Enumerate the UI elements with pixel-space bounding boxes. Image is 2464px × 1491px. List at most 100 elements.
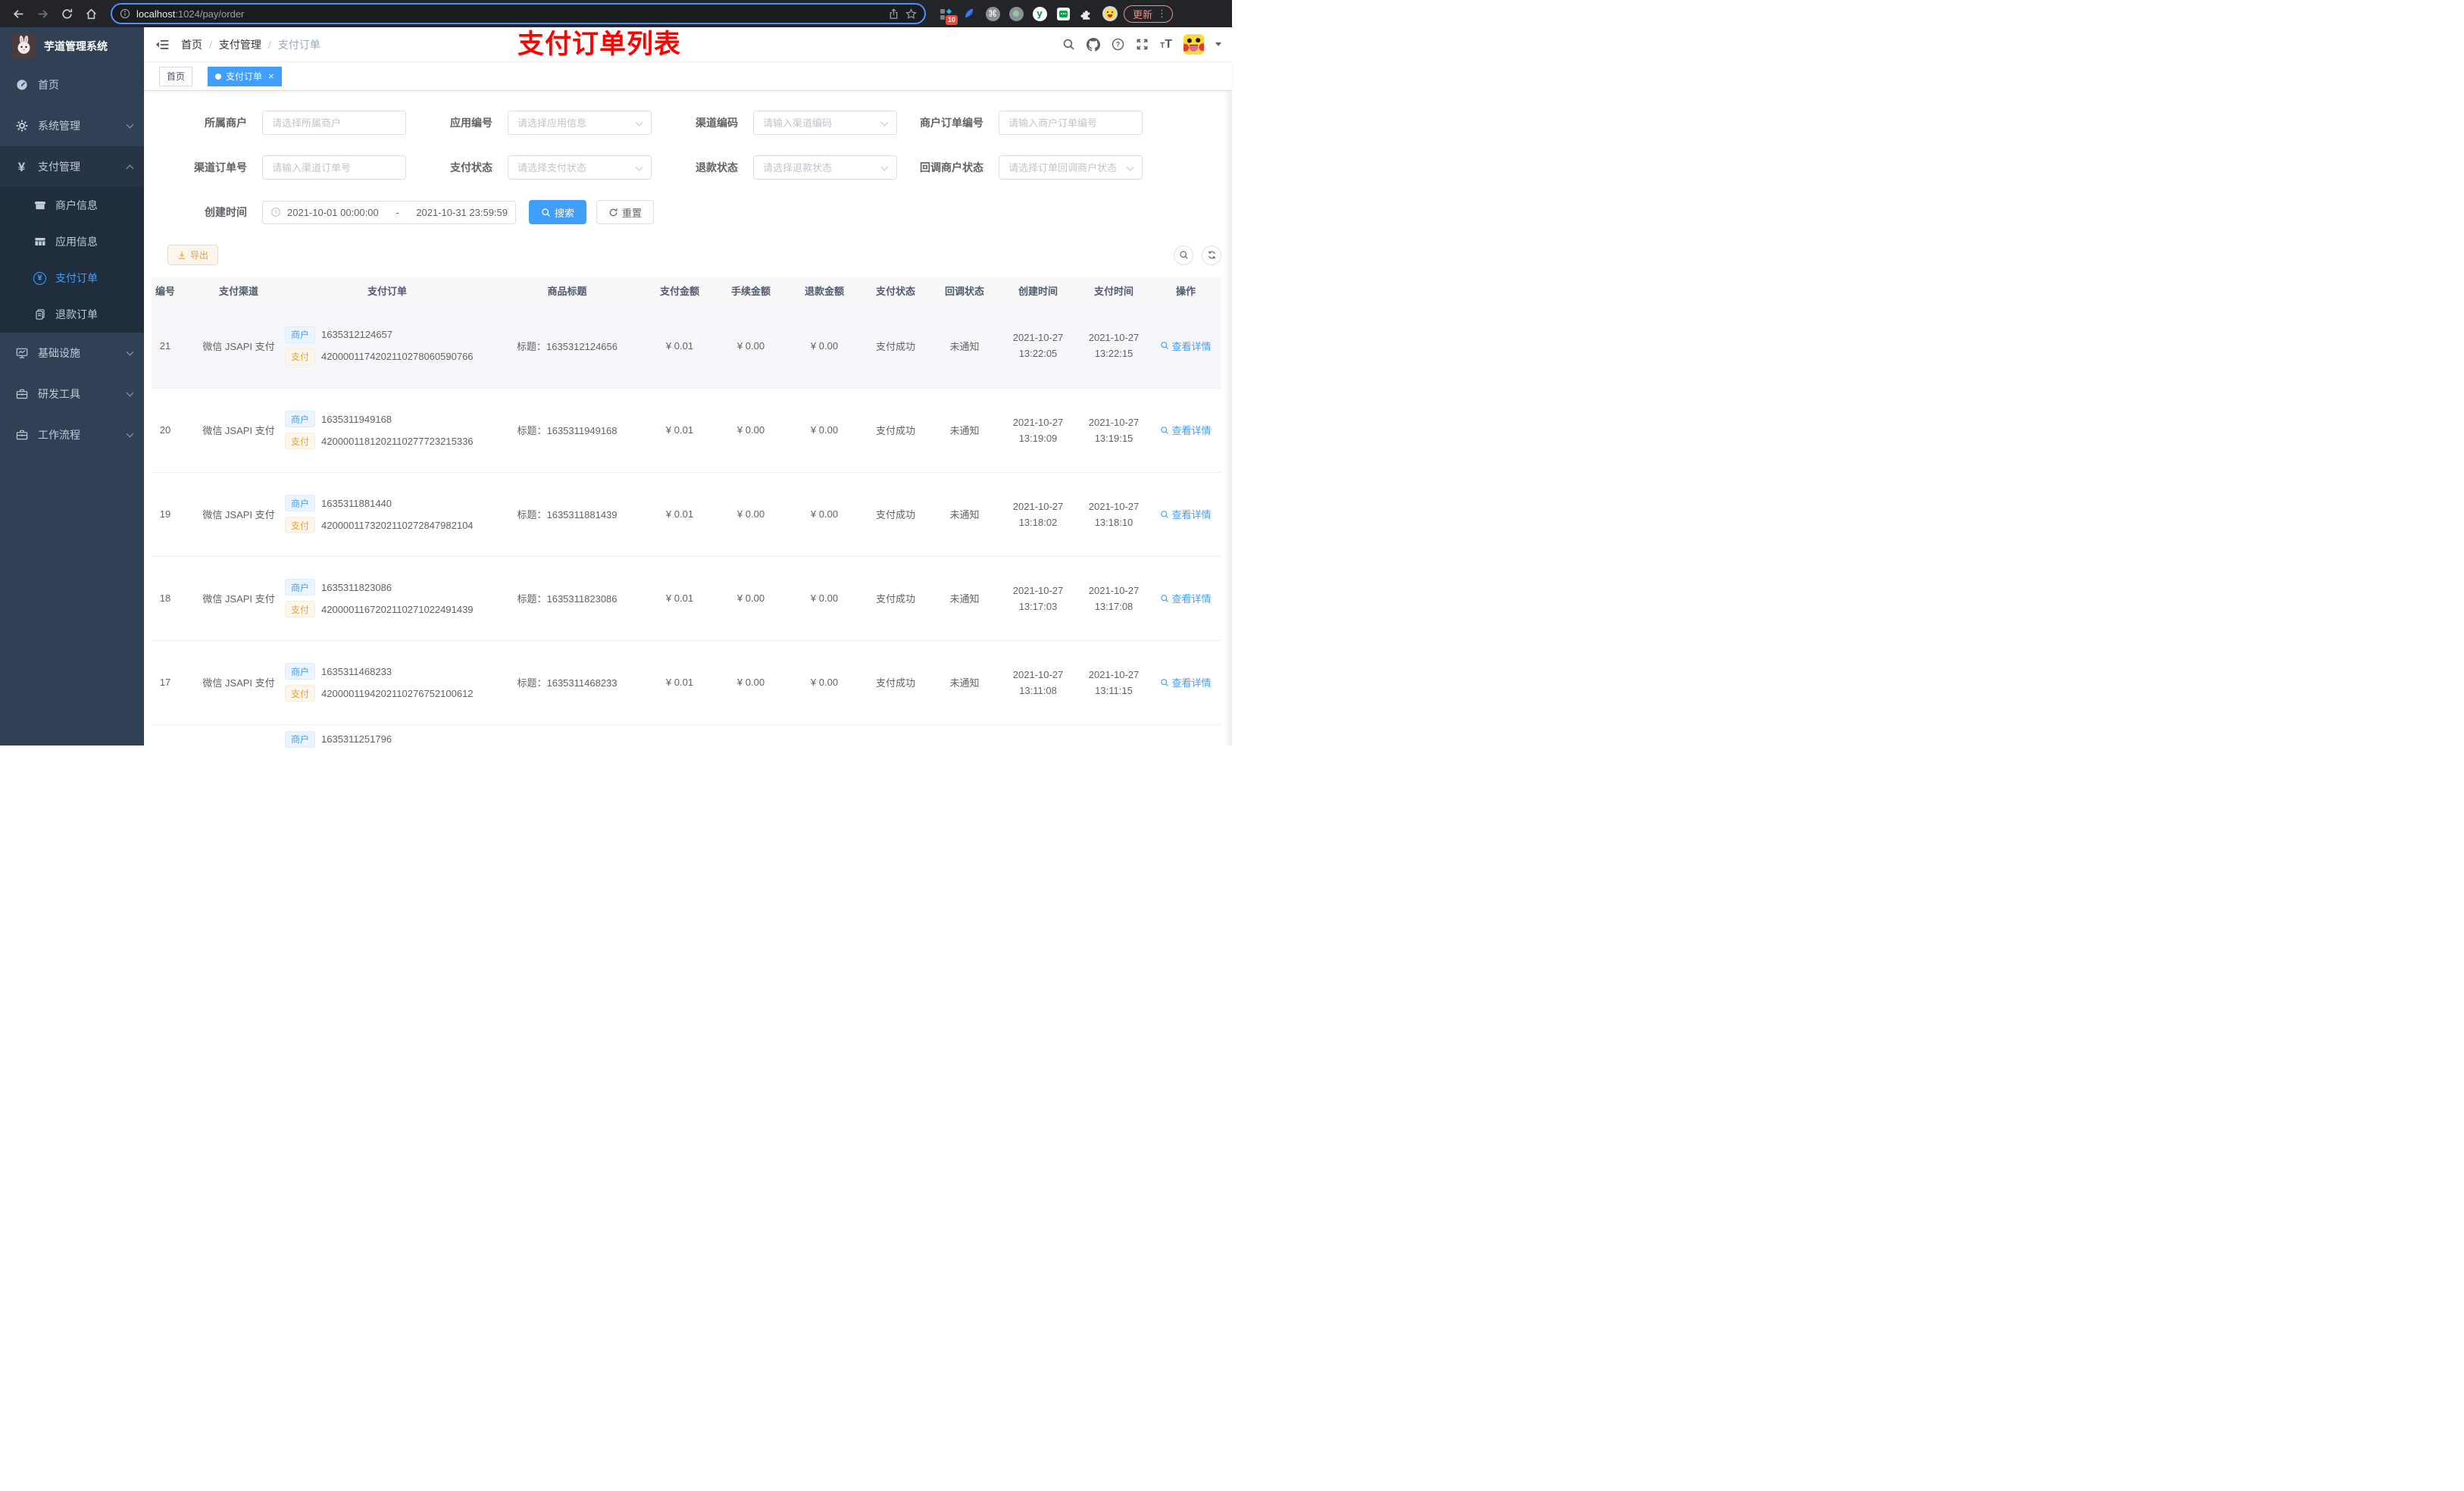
refund-status-select[interactable] <box>753 155 897 180</box>
status-badge: 支付成功 <box>861 640 930 725</box>
navbar: 首页 / 支付管理 / 支付订单 支付订单列表 ? TT <box>144 27 1232 62</box>
date-separator: - <box>396 206 399 218</box>
status-badge: 支付成功 <box>861 556 930 641</box>
sidebar-item-dev-tools[interactable]: 研发工具 <box>0 374 144 414</box>
search-icon[interactable] <box>1062 38 1075 51</box>
close-tab-icon[interactable]: × <box>268 71 274 81</box>
user-avatar[interactable] <box>1184 34 1204 55</box>
breadcrumb-home[interactable]: 首页 <box>181 37 202 52</box>
sidebar-item-workflow[interactable]: 工作流程 <box>0 414 144 455</box>
extension-sketch-icon[interactable] <box>962 6 977 21</box>
github-icon[interactable] <box>1087 37 1101 52</box>
hide-search-button[interactable] <box>1174 245 1193 265</box>
merchant-order-no-field[interactable] <box>999 111 1143 135</box>
channel-code-select[interactable] <box>753 111 897 135</box>
sidebar-item-system[interactable]: 系统管理 <box>0 105 144 146</box>
sidebar-item-pay-order[interactable]: ¥ 支付订单 <box>0 260 144 296</box>
view-detail-button[interactable]: 查看详情 <box>1160 675 1212 689</box>
view-detail-button[interactable]: 查看详情 <box>1160 591 1212 605</box>
table-row: 19 微信 JSAPI 支付 商户 1635311881440 支付 4200001… <box>152 472 1221 557</box>
export-button[interactable]: 导出 <box>167 245 219 265</box>
document-icon <box>33 308 46 320</box>
channel-code-input[interactable] <box>754 111 896 134</box>
filter-label-app: 应用编号 <box>450 117 492 129</box>
refund-status-input[interactable] <box>754 156 896 179</box>
app-select-input[interactable] <box>508 111 651 134</box>
tab-home[interactable]: 首页 <box>159 66 193 86</box>
app-select[interactable] <box>508 111 652 135</box>
browser-forward-button[interactable] <box>32 3 53 24</box>
date-start[interactable]: 2021-10-01 00:00:00 <box>287 207 379 218</box>
merchant-input[interactable] <box>263 111 405 134</box>
merchant-tag: 商户 <box>285 730 316 748</box>
status-badge: 支付成功 <box>861 472 930 557</box>
breadcrumb-section[interactable]: 支付管理 <box>219 37 261 52</box>
url-text: localhost:1024/pay/order <box>136 8 245 20</box>
bookmark-star-icon[interactable] <box>905 8 917 20</box>
grid-table-icon <box>33 236 46 248</box>
chevron-down-icon <box>126 348 134 355</box>
refresh-button[interactable] <box>1202 245 1221 265</box>
tags-view-bar: 首页 支付订单 × <box>144 62 1232 91</box>
merchant-tag: 商户 <box>285 411 316 427</box>
fullscreen-icon[interactable] <box>1136 38 1149 51</box>
sidebar-item-infrastructure[interactable]: 基础设施 <box>0 333 144 374</box>
extension-y-icon[interactable]: y <box>1032 6 1047 21</box>
extension-chat-icon[interactable] <box>1055 6 1071 21</box>
sidebar-item-app-info[interactable]: 应用信息 <box>0 223 144 260</box>
merchant-select[interactable] <box>262 111 406 135</box>
font-size-icon[interactable]: TT <box>1160 38 1172 52</box>
pay-tag: 支付 <box>285 348 316 365</box>
extension-strip: 10 ⌘ y <box>935 6 1121 25</box>
channel-order-no-input[interactable] <box>263 156 405 179</box>
browser-home-button[interactable] <box>80 3 102 24</box>
browser-back-button[interactable] <box>8 3 29 24</box>
merchant-order-no-input[interactable] <box>999 111 1142 134</box>
pay-tag: 支付 <box>285 517 316 533</box>
site-info-icon[interactable] <box>120 8 130 19</box>
channel-order-no-field[interactable] <box>262 155 406 180</box>
toolbox-icon <box>15 388 28 400</box>
tab-pay-order[interactable]: 支付订单 × <box>208 66 282 86</box>
sidebar-item-merchant-info[interactable]: 商户信息 <box>0 187 144 223</box>
browser-menu-icon[interactable]: ⋮ <box>1157 8 1167 20</box>
avatar-caret-icon[interactable] <box>1215 42 1221 49</box>
extensions-puzzle-icon[interactable] <box>1079 6 1094 21</box>
pay-status-input[interactable] <box>508 156 651 179</box>
create-time-range-picker[interactable]: 2021-10-01 00:00:00 - 2021-10-31 23:59:5… <box>262 200 516 224</box>
main-area: 首页 / 支付管理 / 支付订单 支付订单列表 ? TT 首页 支付订单 × 所… <box>144 27 1232 748</box>
sidebar-item-refund-order[interactable]: 退款订单 <box>0 296 144 333</box>
sidebar-toggle-icon[interactable] <box>155 38 169 52</box>
browser-reload-button[interactable] <box>56 3 77 24</box>
extension-tasks-icon[interactable]: 10 <box>938 6 958 25</box>
filter-form: 所属商户 应用编号 渠道编码 商户订单编号 <box>144 91 1232 224</box>
briefcase-icon <box>15 429 28 441</box>
extension-recorder-icon[interactable] <box>1008 6 1024 21</box>
view-detail-button[interactable]: 查看详情 <box>1160 507 1212 521</box>
table-row: 18 微信 JSAPI 支付 商户 1635311823086 支付 4200001… <box>152 556 1221 641</box>
profile-avatar-icon[interactable] <box>1102 6 1118 21</box>
share-icon[interactable] <box>888 8 899 20</box>
browser-update-button[interactable]: 更新 ⋮ <box>1124 5 1174 23</box>
page-title: 支付订单列表 <box>518 30 682 59</box>
help-icon[interactable]: ? <box>1112 38 1124 51</box>
view-detail-button[interactable]: 查看详情 <box>1160 423 1212 437</box>
extension-command-icon[interactable]: ⌘ <box>985 6 1000 21</box>
page-scrollbar[interactable] <box>1224 91 1232 746</box>
table-header-row: 编号 支付渠道 支付订单 商品标题 支付金额 手续金额 退款金额 支付状态 回调… <box>152 277 1221 304</box>
pay-status-select[interactable] <box>508 155 652 180</box>
sidebar-item-payment[interactable]: ¥ 支付管理 <box>0 146 144 187</box>
date-end[interactable]: 2021-10-31 23:59:59 <box>416 207 508 218</box>
reset-button[interactable]: 重置 <box>596 200 655 224</box>
view-detail-button[interactable]: 查看详情 <box>1160 339 1212 353</box>
sidebar-item-home[interactable]: 首页 <box>0 64 144 105</box>
notify-status-input[interactable] <box>999 156 1142 179</box>
yen-icon: ¥ <box>17 159 26 174</box>
filter-label-notify-status: 回调商户状态 <box>920 161 983 173</box>
monitor-chart-icon <box>15 347 28 359</box>
address-bar[interactable]: localhost:1024/pay/order <box>111 3 926 24</box>
search-button[interactable]: 搜索 <box>529 200 587 224</box>
notify-status-select[interactable] <box>999 155 1143 180</box>
navbar-actions: ? TT <box>1062 34 1221 55</box>
app-logo[interactable]: 芋道管理系统 <box>0 27 144 64</box>
